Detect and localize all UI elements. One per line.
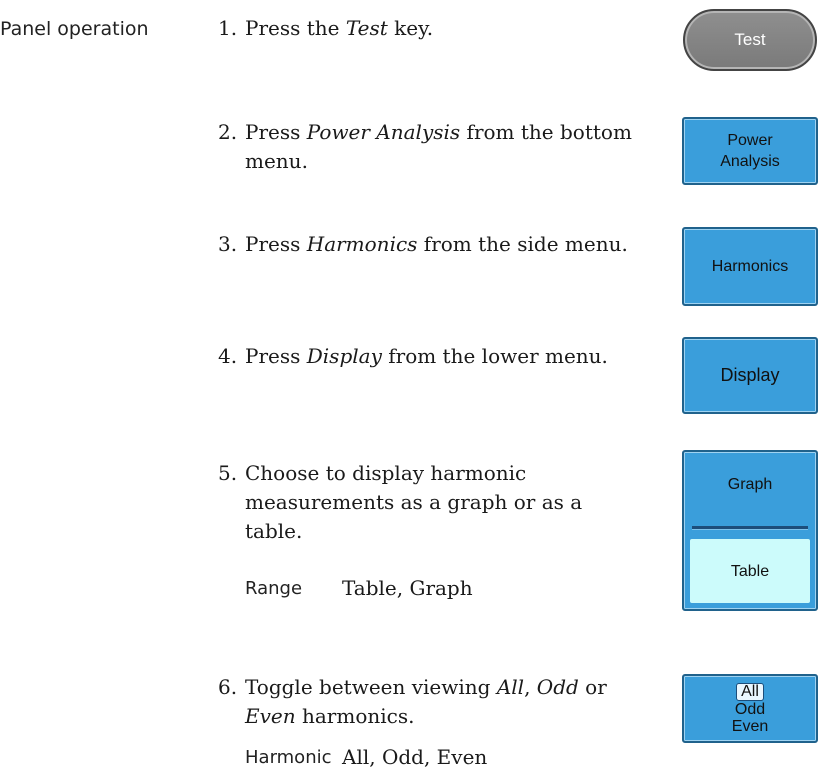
test-key-button[interactable]: Test bbox=[683, 9, 817, 71]
range-value: Table, Graph bbox=[342, 576, 473, 600]
graph-table-toggle-button[interactable]: Graph Table bbox=[682, 450, 818, 611]
step-number: 3. bbox=[218, 232, 238, 256]
display-label: Display bbox=[720, 365, 780, 385]
step-number: 5. bbox=[218, 461, 238, 485]
range-label: Range bbox=[245, 578, 303, 599]
even-option: Even bbox=[731, 717, 769, 735]
step-number: 2. bbox=[218, 120, 238, 144]
step-5: 5. Choose to display harmonic measuremen… bbox=[218, 459, 643, 546]
power-analysis-label: Power Analysis bbox=[720, 132, 780, 170]
step-number: 1. bbox=[218, 16, 238, 40]
all-option-selected: All bbox=[736, 682, 764, 701]
display-button[interactable]: Display bbox=[682, 337, 818, 414]
step-text: Press Display from the lower menu. bbox=[245, 344, 608, 368]
harmonic-filter-button[interactable]: All Odd Even bbox=[682, 674, 818, 743]
step-1: 1. Press the Test key. bbox=[218, 14, 678, 43]
harmonics-label: Harmonics bbox=[711, 258, 789, 275]
step-text: Press Harmonics from the side menu. bbox=[245, 232, 628, 256]
table-option-selected: Table bbox=[690, 539, 810, 603]
step-text: Choose to display harmonic measurements … bbox=[245, 461, 583, 543]
step-text: Toggle between viewing All, Odd or Even … bbox=[245, 675, 607, 728]
graph-option: Graph bbox=[727, 475, 773, 493]
option-divider bbox=[692, 526, 808, 530]
test-key-label: Test bbox=[734, 30, 766, 49]
harmonics-button[interactable]: Harmonics bbox=[682, 227, 818, 306]
step-6: 6. Toggle between viewing All, Odd or Ev… bbox=[218, 673, 638, 731]
section-label: Panel operation bbox=[0, 18, 149, 40]
step-number: 6. bbox=[218, 675, 238, 699]
step-text: Press the Test key. bbox=[245, 16, 434, 40]
odd-option: Odd bbox=[734, 700, 766, 718]
step-2: 2. Press Power Analysis from the bottom … bbox=[218, 118, 648, 176]
step-number: 4. bbox=[218, 344, 238, 368]
step-3: 3. Press Harmonics from the side menu. bbox=[218, 230, 638, 259]
power-analysis-button[interactable]: Power Analysis bbox=[682, 117, 818, 185]
step-4: 4. Press Display from the lower menu. bbox=[218, 342, 688, 371]
step-text: Press Power Analysis from the bottom men… bbox=[245, 120, 632, 173]
harmonic-value: All, Odd, Even bbox=[342, 745, 488, 769]
harmonic-label: Harmonic bbox=[245, 747, 332, 768]
